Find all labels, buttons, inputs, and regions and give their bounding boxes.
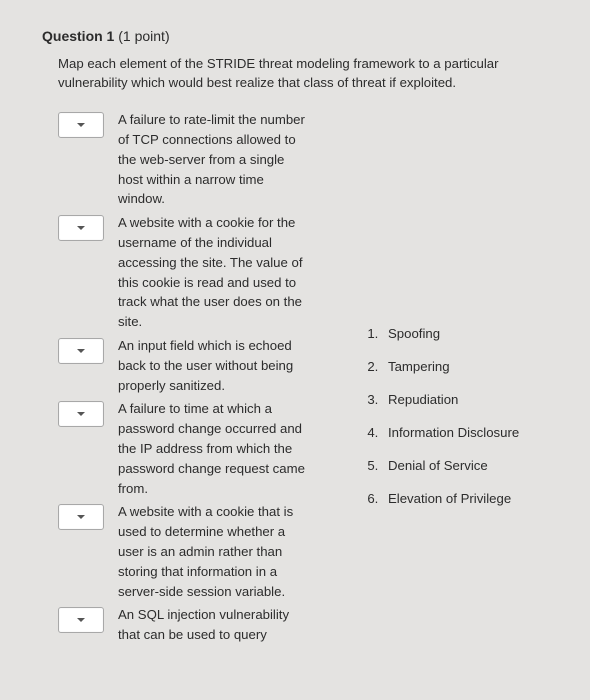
answer-options-list: Spoofing Tampering Repudiation Informati… bbox=[362, 326, 558, 506]
match-items-column: A failure to rate-limit the number of TC… bbox=[42, 110, 358, 649]
match-item: An input field which is echoed back to t… bbox=[58, 336, 358, 395]
answer-options-column: Spoofing Tampering Repudiation Informati… bbox=[358, 110, 558, 524]
answer-option: Elevation of Privilege bbox=[382, 491, 558, 506]
question-number: Question 1 bbox=[42, 28, 114, 44]
chevron-down-icon bbox=[76, 512, 86, 522]
answer-option: Information Disclosure bbox=[382, 425, 558, 440]
match-item-text: A website with a cookie for the username… bbox=[104, 213, 308, 332]
chevron-down-icon bbox=[76, 409, 86, 419]
answer-option: Spoofing bbox=[382, 326, 558, 341]
answer-option: Repudiation bbox=[382, 392, 558, 407]
match-item-text: A failure to rate-limit the number of TC… bbox=[104, 110, 308, 209]
match-item: A failure to time at which a password ch… bbox=[58, 399, 358, 498]
chevron-down-icon bbox=[76, 223, 86, 233]
match-dropdown[interactable] bbox=[58, 401, 104, 427]
match-item-text: A website with a cookie that is used to … bbox=[104, 502, 308, 601]
question-points: (1 point) bbox=[118, 28, 169, 44]
match-item: A website with a cookie that is used to … bbox=[58, 502, 358, 601]
match-dropdown[interactable] bbox=[58, 607, 104, 633]
question-header: Question 1 (1 point) bbox=[42, 28, 558, 44]
chevron-down-icon bbox=[76, 120, 86, 130]
answer-option: Tampering bbox=[382, 359, 558, 374]
match-item-text: A failure to time at which a password ch… bbox=[104, 399, 308, 498]
chevron-down-icon bbox=[76, 615, 86, 625]
match-item: A failure to rate-limit the number of TC… bbox=[58, 110, 358, 209]
match-dropdown[interactable] bbox=[58, 112, 104, 138]
match-item: An SQL injection vulnerability that can … bbox=[58, 605, 358, 645]
match-item-text: An input field which is echoed back to t… bbox=[104, 336, 308, 395]
match-dropdown[interactable] bbox=[58, 338, 104, 364]
answer-option: Denial of Service bbox=[382, 458, 558, 473]
match-item-text: An SQL injection vulnerability that can … bbox=[104, 605, 308, 645]
match-item: A website with a cookie for the username… bbox=[58, 213, 358, 332]
match-dropdown[interactable] bbox=[58, 215, 104, 241]
match-dropdown[interactable] bbox=[58, 504, 104, 530]
question-prompt: Map each element of the STRIDE threat mo… bbox=[58, 54, 548, 92]
chevron-down-icon bbox=[76, 346, 86, 356]
